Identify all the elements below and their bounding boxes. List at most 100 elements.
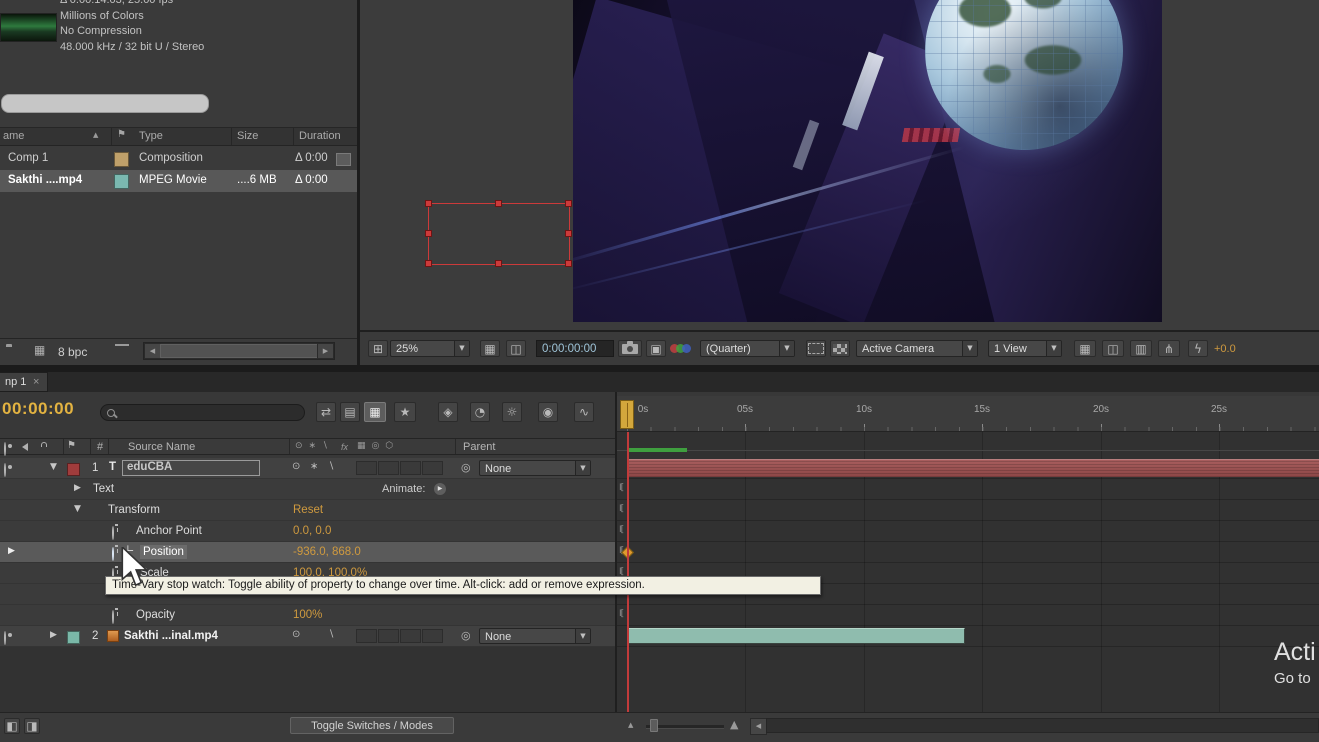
layer2-duration-bar[interactable]	[627, 628, 965, 644]
switch-cell[interactable]	[356, 461, 377, 475]
camera-view-dropdown[interactable]: Active Camera ▼	[856, 340, 978, 357]
scroll-left-icon[interactable]: ◀	[144, 343, 161, 359]
switch-cell[interactable]	[400, 629, 421, 643]
stopwatch-icon[interactable]	[112, 547, 114, 561]
pixel-aspect-correction-icon[interactable]: ◫	[1102, 340, 1124, 357]
stopwatch-icon[interactable]	[112, 526, 114, 540]
flag-icon[interactable]: ⚑	[117, 130, 126, 140]
switch-cell[interactable]	[378, 629, 399, 643]
shy-switch-icon[interactable]: ∖	[328, 462, 334, 472]
effects-switch-icon[interactable]: ∗	[310, 462, 318, 472]
snapshot-button[interactable]	[618, 340, 642, 357]
selection-handle[interactable]	[425, 230, 432, 237]
layer-row-2[interactable]: ▶ 2 Sakthi ...inal.mp4 ⊙ ∖ ◎ None ▼	[0, 626, 1319, 647]
layer1-duration-bar[interactable]	[627, 459, 1319, 477]
item-name[interactable]: Sakthi ....mp4	[8, 174, 82, 186]
stopwatch-icon[interactable]	[112, 610, 114, 624]
zoom-in-mountain-icon[interactable]: ▲	[730, 719, 738, 730]
current-time-indicator-line[interactable]	[627, 432, 629, 712]
keyframe-next-icon[interactable]: ▶	[8, 547, 15, 556]
resolution-dropdown[interactable]: (Quarter) ▼	[700, 340, 795, 357]
expander-icon[interactable]: ▼	[50, 463, 57, 472]
timeline-zoom-slider-handle[interactable]	[650, 719, 658, 732]
selection-handle[interactable]	[565, 230, 572, 237]
zoom-out-mountain-icon[interactable]: ▲	[628, 722, 633, 729]
column-name[interactable]: ame	[3, 130, 24, 142]
position-row[interactable]: ▶ ∟ Position -936.0, 868.0 I[	[0, 542, 1319, 563]
view-layout-dropdown[interactable]: 1 View ▼	[988, 340, 1062, 357]
interpret-footage-icon[interactable]: ▦	[34, 344, 45, 356]
toggle-mask-icon[interactable]: ◫	[506, 340, 526, 357]
eye-icon[interactable]	[4, 463, 6, 477]
project-column-header[interactable]: ame ▲ ⚑ Type Size Duration	[0, 127, 357, 146]
show-channels-button[interactable]	[670, 342, 696, 356]
scroll-right-icon[interactable]: ▶	[317, 343, 334, 359]
project-search-box[interactable]	[1, 94, 209, 113]
scrollbar-thumb[interactable]	[160, 344, 318, 358]
property-value[interactable]: 0.0, 0.0	[293, 525, 331, 537]
timeline-search-box[interactable]	[100, 404, 305, 421]
shy-switch-icon[interactable]: ∖	[328, 630, 334, 640]
timeline-split-divider[interactable]	[615, 392, 617, 712]
parent-pick-whip-icon[interactable]: ◎	[461, 630, 471, 641]
layer-row-1[interactable]: ▼ 1 T eduCBA ⊙ ∗ ∖ ◎ None ▼	[0, 458, 1319, 479]
choose-grid-icon[interactable]: ▦	[480, 340, 500, 357]
toggle-switches-modes-button[interactable]: Toggle Switches / Modes	[290, 717, 454, 734]
brainstorm-icon[interactable]: ☼	[502, 402, 522, 422]
item-name[interactable]: Comp 1	[8, 152, 48, 164]
parent-dropdown[interactable]: None ▼	[479, 460, 591, 476]
quality-switch-icon[interactable]: ⊙	[292, 630, 300, 640]
magnification-dropdown[interactable]: 25% ▼	[390, 340, 470, 357]
opacity-row[interactable]: Opacity 100% I[	[0, 605, 1319, 626]
column-size[interactable]: Size	[237, 130, 258, 142]
frame-blending-icon[interactable]: ◈	[438, 402, 458, 422]
timeline-horizontal-scrollbar[interactable]	[766, 718, 1319, 733]
exposure-value[interactable]: +0.0	[1214, 343, 1236, 355]
project-search-input[interactable]	[2, 95, 208, 112]
sort-asc-icon[interactable]: ▲	[93, 132, 98, 139]
group-label[interactable]: Transform	[108, 504, 160, 516]
source-name-column[interactable]: Source Name	[128, 441, 195, 453]
selection-handle[interactable]	[565, 260, 572, 267]
eye-icon[interactable]	[4, 631, 6, 645]
tab-comp1[interactable]: np 1 ×	[0, 372, 48, 392]
switch-cell[interactable]	[356, 629, 377, 643]
toggle-transfer-pane-icon[interactable]: ◨	[24, 718, 40, 734]
timeline-button-icon[interactable]: ▥	[1130, 340, 1152, 357]
comp-mini-flowchart-icon[interactable]: ⇄	[316, 402, 336, 422]
anchor-point-row[interactable]: Anchor Point 0.0, 0.0 I[	[0, 521, 1319, 542]
layer-color-swatch[interactable]	[67, 631, 80, 644]
transform-group-row[interactable]: ▼ Transform Reset I[	[0, 500, 1319, 521]
property-value[interactable]: 100%	[293, 609, 322, 621]
quality-switch-icon[interactable]: ⊙	[292, 462, 300, 472]
layer-selection-box[interactable]	[428, 203, 570, 265]
parent-column[interactable]: Parent	[463, 441, 495, 453]
label-column-flag-icon[interactable]: ⚑	[67, 441, 76, 451]
hide-shy-layers-icon[interactable]: ★	[394, 402, 416, 422]
transparency-grid-button[interactable]	[830, 340, 850, 357]
parent-pick-whip-icon[interactable]: ◎	[461, 462, 471, 473]
motion-blur-icon[interactable]: ◔	[470, 402, 490, 422]
bpc-button[interactable]: 8 bpc	[58, 345, 87, 359]
expander-icon[interactable]: ▶	[74, 484, 81, 493]
property-label[interactable]: Opacity	[136, 609, 175, 621]
tab-label[interactable]: np 1	[5, 376, 26, 388]
grid-options-icon[interactable]: ▦	[1074, 340, 1096, 357]
selection-handle[interactable]	[565, 200, 572, 207]
auto-keyframe-icon[interactable]: ◉	[538, 402, 558, 422]
project-row-footage[interactable]: Sakthi ....mp4 MPEG Movie ....6 MB Δ 0:0…	[0, 170, 357, 192]
property-value[interactable]: -936.0, 868.0	[293, 546, 361, 558]
composition-viewport[interactable]	[573, 0, 1162, 322]
layer-list-empty-area[interactable]	[0, 647, 615, 712]
toggle-switches-pane-icon[interactable]: ◧	[4, 718, 20, 734]
current-time-display[interactable]: 00:00:00	[2, 399, 74, 419]
layer-name-field[interactable]: eduCBA	[122, 460, 260, 476]
audio-column-icon[interactable]	[22, 443, 28, 451]
project-horizontal-scrollbar[interactable]: ◀ ▶	[143, 342, 335, 360]
project-row-comp1[interactable]: Comp 1 Composition Δ 0:00	[0, 148, 357, 170]
current-time-indicator-handle[interactable]	[620, 400, 634, 429]
expander-icon[interactable]: ▼	[74, 505, 81, 514]
comp-flowchart-icon[interactable]: ⋔	[1158, 340, 1180, 357]
index-column[interactable]: #	[97, 441, 103, 453]
switch-cell[interactable]	[422, 461, 443, 475]
